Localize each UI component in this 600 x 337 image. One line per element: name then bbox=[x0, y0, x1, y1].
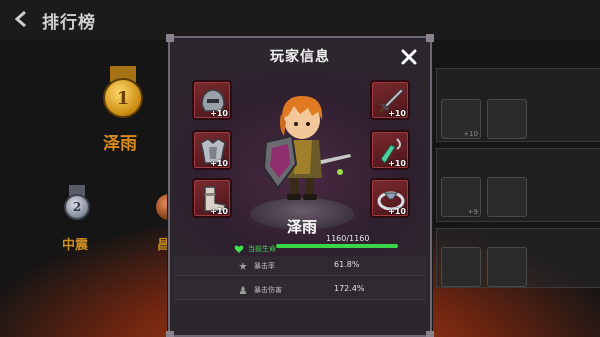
dialog-title: 玩家信息 bbox=[270, 49, 330, 65]
frame-corner bbox=[426, 34, 434, 42]
crit-icon bbox=[239, 262, 247, 270]
hero-character-icon bbox=[262, 96, 351, 200]
stat-value: 61.8% bbox=[334, 260, 360, 269]
stat-value: 172.4% bbox=[334, 284, 365, 293]
level-tag: +10 bbox=[388, 159, 406, 168]
stat-label: 暴击伤害 bbox=[254, 286, 282, 294]
equipment-slot bbox=[487, 247, 527, 287]
rank-number: 2 bbox=[72, 200, 82, 214]
equipment-slot-amulet[interactable]: +10 bbox=[370, 130, 410, 170]
crit-damage-icon bbox=[239, 286, 247, 294]
back-arrow-icon[interactable] bbox=[12, 9, 32, 29]
equipment-slot: +10 bbox=[441, 99, 481, 139]
stat-row: 暴击伤害 172.4% bbox=[174, 280, 426, 300]
stat-row: 暴击率 61.8% bbox=[174, 256, 426, 276]
silver-medal-icon: 2 bbox=[64, 194, 90, 220]
stat-label: 暴击率 bbox=[254, 262, 275, 270]
equipment-slot-armor[interactable]: +10 bbox=[192, 130, 232, 170]
rank-1-name[interactable]: 泽雨 bbox=[103, 129, 137, 154]
hp-label: 当前生命 bbox=[248, 245, 276, 253]
rank-number: 1 bbox=[116, 87, 130, 109]
level-tag: +10 bbox=[210, 109, 228, 118]
level-tag: +10 bbox=[388, 207, 406, 216]
player-name: 泽雨 bbox=[286, 218, 317, 236]
close-button[interactable] bbox=[396, 44, 422, 70]
equipment-slot-weapon[interactable]: +10 bbox=[370, 80, 410, 120]
level-tag: +10 bbox=[388, 109, 406, 118]
heart-icon bbox=[234, 245, 244, 253]
close-icon bbox=[401, 49, 417, 65]
level-tag: +9 bbox=[467, 208, 478, 216]
equipment-slot-ring[interactable]: +10 bbox=[370, 178, 410, 218]
equipment-slot bbox=[487, 99, 527, 139]
frame-corner bbox=[166, 331, 174, 337]
hp-value: 1160/1160 bbox=[326, 234, 370, 243]
equipment-slot-boots[interactable]: +10 bbox=[192, 178, 232, 218]
equipment-slot: +9 bbox=[441, 177, 481, 217]
equipment-slot bbox=[487, 177, 527, 217]
level-tag: +10 bbox=[463, 130, 478, 138]
player-info-dialog: 玩家信息 +10 +10 +10 +10 +10 +10 泽雨 1160/116… bbox=[166, 34, 434, 337]
page-title: 排行榜 bbox=[42, 13, 96, 33]
ranking-row[interactable]: +10 bbox=[436, 68, 600, 142]
hp-bar-fill bbox=[276, 244, 398, 248]
level-tag: +10 bbox=[210, 159, 228, 168]
frame-corner bbox=[426, 331, 434, 337]
equipment-slot bbox=[441, 247, 481, 287]
ranking-row[interactable] bbox=[436, 228, 600, 288]
ranking-row[interactable]: +9 bbox=[436, 148, 600, 222]
gold-medal-icon: 1 bbox=[103, 78, 143, 118]
hp-bar bbox=[276, 244, 398, 248]
rank-2-name[interactable]: 中震 bbox=[62, 234, 88, 253]
frame-corner bbox=[166, 34, 174, 42]
level-tag: +10 bbox=[210, 207, 228, 216]
equipment-slot-helmet[interactable]: +10 bbox=[192, 80, 232, 120]
